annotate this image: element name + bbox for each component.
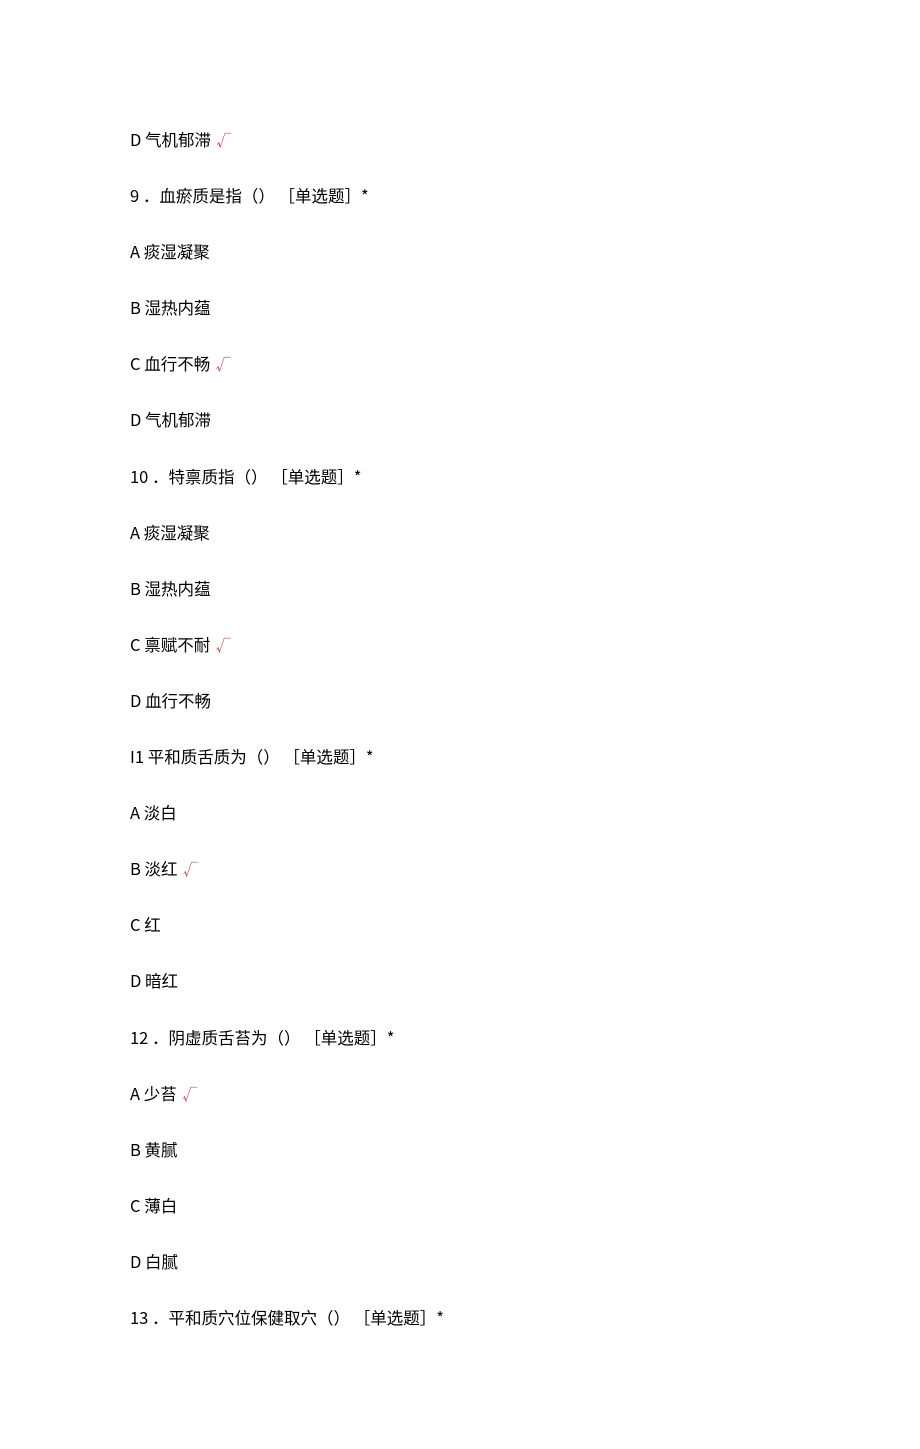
line-text: C 薄白 <box>130 1193 177 1217</box>
line-text: B 湿热内蕴 <box>130 576 211 600</box>
line-text: A 痰湿凝聚 <box>130 520 210 544</box>
document-line: 9 ．血瘀质是指（） ［单选题］* <box>130 184 790 207</box>
document-page: D 气机郁滞 √ 9 ．血瘀质是指（） ［单选题］* A 痰湿凝聚 B 湿热内蕴 C 血… <box>0 0 920 1449</box>
line-text: C 红 <box>130 912 161 936</box>
line-text: D 气机郁滞 <box>130 127 211 151</box>
line-text: 9 ．血瘀质是指（） ［单选题］* <box>130 183 369 207</box>
document-line: D 血行不畅 <box>130 689 790 712</box>
line-text: A 痰湿凝聚 <box>130 239 210 263</box>
document-line: D 白腻 <box>130 1250 790 1273</box>
document-line: C 禀赋不耐 √ <box>130 633 790 656</box>
checkmark-icon: √ <box>179 1084 197 1105</box>
line-text: A 淡白 <box>130 800 177 824</box>
document-line: 13 ．平和质穴位保健取穴（） ［单选题］* <box>130 1306 790 1329</box>
line-text: I1 平和质舌质为（） ［单选题］* <box>130 744 374 768</box>
document-line: 10 ．特禀质指（） ［单选题］* <box>130 465 790 488</box>
document-line: B 湿热内蕴 <box>130 296 790 319</box>
document-line: D 气机郁滞 <box>130 408 790 431</box>
document-line: C 红 <box>130 913 790 936</box>
line-text: 13 ．平和质穴位保健取穴（） ［单选题］* <box>130 1305 444 1329</box>
document-line: B 湿热内蕴 <box>130 577 790 600</box>
document-line: C 血行不畅 √ <box>130 352 790 375</box>
document-line: B 黄腻 <box>130 1138 790 1161</box>
document-line: I1 平和质舌质为（） ［单选题］* <box>130 745 790 768</box>
line-text: 10 ．特禀质指（） ［单选题］* <box>130 464 361 488</box>
document-line: A 少苔 √ <box>130 1082 790 1105</box>
document-line: A 痰湿凝聚 <box>130 521 790 544</box>
line-text: B 湿热内蕴 <box>130 295 211 319</box>
document-line: C 薄白 <box>130 1194 790 1217</box>
document-line: A 痰湿凝聚 <box>130 240 790 263</box>
line-text: A 少苔 <box>130 1081 177 1105</box>
line-text: C 禀赋不耐 <box>130 632 210 656</box>
line-text: B 黄腻 <box>130 1137 178 1161</box>
document-line: B 淡红 √ <box>130 857 790 880</box>
line-text: D 气机郁滞 <box>130 407 211 431</box>
document-line: 12 ．阴虚质舌苔为（） ［单选题］* <box>130 1026 790 1049</box>
document-line: D 暗红 <box>130 969 790 992</box>
checkmark-icon: √ <box>180 859 198 880</box>
line-text: D 白腻 <box>130 1249 178 1273</box>
document-line: A 淡白 <box>130 801 790 824</box>
line-text: D 血行不畅 <box>130 688 211 712</box>
document-line: D 气机郁滞 √ <box>130 128 790 151</box>
line-text: C 血行不畅 <box>130 351 210 375</box>
line-text: 12 ．阴虚质舌苔为（） ［单选题］* <box>130 1025 394 1049</box>
line-text: D 暗红 <box>130 968 178 992</box>
checkmark-icon: √ <box>212 354 230 375</box>
checkmark-icon: √ <box>212 635 230 656</box>
checkmark-icon: √ <box>213 130 231 151</box>
line-text: B 淡红 <box>130 856 178 880</box>
